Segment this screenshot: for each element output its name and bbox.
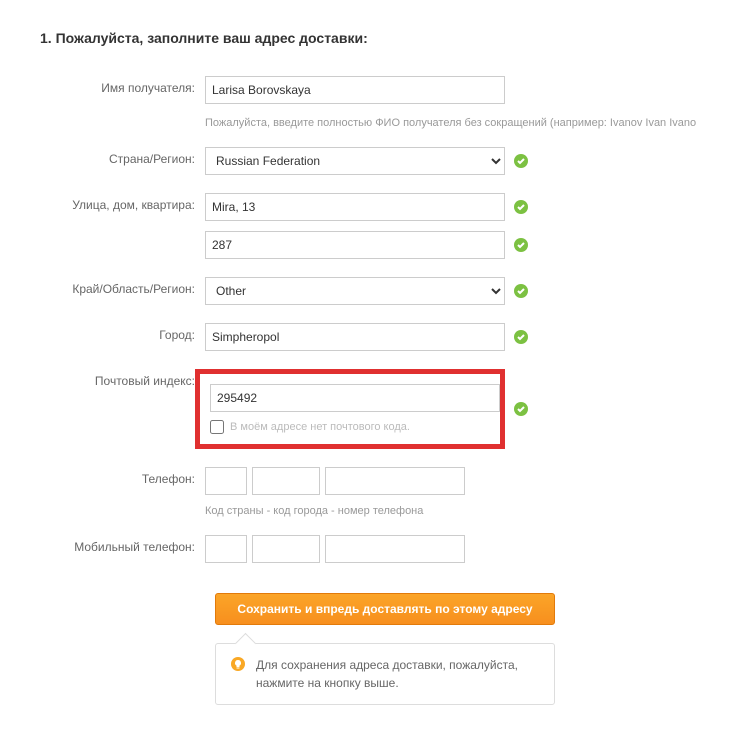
- info-text: Для сохранения адреса доставки, пожалуйс…: [256, 656, 540, 692]
- country-select[interactable]: Russian Federation: [205, 147, 505, 175]
- bulb-icon: [230, 656, 246, 672]
- region-label: Край/Область/Регион:: [40, 277, 205, 296]
- recipient-input[interactable]: [205, 76, 505, 104]
- mobile-area-input[interactable]: [252, 535, 320, 563]
- street-label: Улица, дом, квартира:: [40, 193, 205, 212]
- submit-section: Сохранить и впредь доставлять по этому а…: [215, 593, 715, 705]
- save-button[interactable]: Сохранить и впредь доставлять по этому а…: [215, 593, 555, 625]
- street2-label: [40, 231, 205, 236]
- postcode-highlight: В моём адресе нет почтового кода.: [195, 369, 505, 449]
- recipient-row: Имя получателя: Пожалуйста, введите полн…: [40, 76, 715, 129]
- check-icon: [513, 283, 529, 299]
- phone-row: Телефон: Код страны - код города - номер…: [40, 467, 715, 517]
- city-row: Город:: [40, 323, 715, 351]
- street-input[interactable]: [205, 193, 505, 221]
- city-input[interactable]: [205, 323, 505, 351]
- phone-area-input[interactable]: [252, 467, 320, 495]
- recipient-hint: Пожалуйста, введите полностью ФИО получа…: [205, 117, 696, 129]
- region-row: Край/Область/Регион: Other: [40, 277, 715, 305]
- region-select[interactable]: Other: [205, 277, 505, 305]
- no-postcode-label: В моём адресе нет почтового кода.: [230, 421, 410, 433]
- street2-row: [40, 231, 715, 259]
- postcode-input[interactable]: [210, 384, 500, 412]
- no-postcode-checkbox[interactable]: [210, 420, 224, 434]
- check-icon: [513, 199, 529, 215]
- country-label: Страна/Регион:: [40, 147, 205, 166]
- phone-number-input[interactable]: [325, 467, 465, 495]
- postcode-row: Почтовый индекс: В моём адресе нет почто…: [40, 369, 715, 449]
- country-row: Страна/Регион: Russian Federation: [40, 147, 715, 175]
- mobile-label: Мобильный телефон:: [40, 535, 205, 554]
- phone-country-input[interactable]: [205, 467, 247, 495]
- info-box: Для сохранения адреса доставки, пожалуйс…: [215, 643, 555, 705]
- recipient-label: Имя получателя:: [40, 76, 205, 95]
- mobile-row: Мобильный телефон:: [40, 535, 715, 563]
- phone-label: Телефон:: [40, 467, 205, 486]
- check-icon: [513, 329, 529, 345]
- check-icon: [513, 237, 529, 253]
- phone-hint: Код страны - код города - номер телефона: [205, 505, 465, 517]
- postcode-label: Почтовый индекс:: [40, 369, 205, 388]
- city-label: Город:: [40, 323, 205, 342]
- check-icon: [513, 401, 529, 417]
- page-heading: 1. Пожалуйста, заполните ваш адрес доста…: [40, 30, 715, 46]
- mobile-number-input[interactable]: [325, 535, 465, 563]
- mobile-country-input[interactable]: [205, 535, 247, 563]
- check-icon: [513, 153, 529, 169]
- street2-input[interactable]: [205, 231, 505, 259]
- street-row: Улица, дом, квартира:: [40, 193, 715, 221]
